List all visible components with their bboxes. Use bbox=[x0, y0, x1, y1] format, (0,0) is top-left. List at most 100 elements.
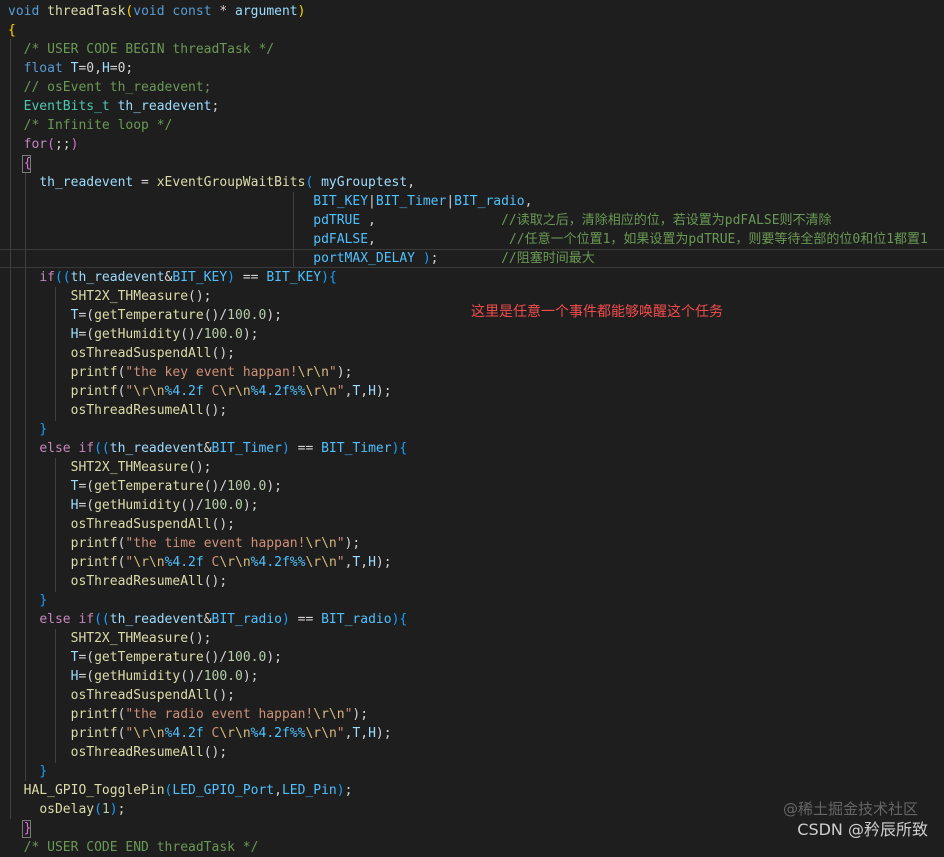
code-token: C bbox=[203, 726, 220, 741]
code-token: \r\n bbox=[133, 384, 165, 399]
code-line[interactable]: SHT2X_THMeasure(); bbox=[0, 629, 944, 648]
code-token: , bbox=[360, 213, 502, 228]
code-line[interactable]: /* Infinite loop */ bbox=[0, 116, 944, 135]
code-line[interactable]: pdTRUE , //读取之后，清除相应的位，若设置为pdFALSE则不清除 bbox=[0, 211, 944, 230]
code-token: * bbox=[211, 4, 236, 19]
code-line[interactable]: void threadTask(void const * argument) bbox=[0, 2, 944, 21]
code-line[interactable]: float T=0,H=0; bbox=[0, 59, 944, 78]
code-line[interactable]: osThreadResumeAll(); bbox=[0, 572, 944, 591]
code-token: , bbox=[407, 175, 416, 190]
code-line[interactable]: th_readevent = xEventGroupWaitBits( myGr… bbox=[0, 173, 944, 192]
code-line[interactable]: pdFALSE, //任意一个位置1，如果设置为pdTRUE，则要等待全部的位0… bbox=[0, 230, 944, 249]
code-line-text: SHT2X_THMeasure(); bbox=[8, 458, 212, 477]
code-line[interactable]: printf("\r\n%4.2f C\r\n%4.2f%%\r\n",T,H)… bbox=[0, 553, 944, 572]
code-line[interactable]: osThreadSuspendAll(); bbox=[0, 686, 944, 705]
code-line[interactable]: BIT_KEY|BIT_Timer|BIT_radio, bbox=[0, 192, 944, 211]
code-token: printf bbox=[70, 555, 118, 570]
code-line-text: printf("\r\n%4.2f C\r\n%4.2f%%\r\n",T,H)… bbox=[8, 553, 392, 572]
code-line[interactable]: /* USER CODE END threadTask */ bbox=[0, 838, 944, 857]
code-token: osThreadResumeAll bbox=[70, 574, 204, 589]
code-line[interactable]: osThreadResumeAll(); bbox=[0, 743, 944, 762]
code-line[interactable]: printf("the time event happan!\r\n"); bbox=[0, 534, 944, 553]
code-line[interactable]: /* USER CODE BEGIN threadTask */ bbox=[0, 40, 944, 59]
code-line[interactable]: } bbox=[0, 762, 944, 781]
code-token: ;; bbox=[54, 137, 71, 152]
code-line-text: /* Infinite loop */ bbox=[8, 116, 173, 135]
code-token: ()/ bbox=[180, 669, 204, 684]
code-line-text: printf("the time event happan!\r\n"); bbox=[8, 534, 361, 553]
code-token: == bbox=[289, 441, 322, 456]
code-token: %4.2f%% bbox=[250, 555, 306, 570]
code-token: th_readevent bbox=[109, 612, 204, 627]
code-line[interactable]: else if((th_readevent&BIT_Timer) == BIT_… bbox=[0, 439, 944, 458]
code-token: ); bbox=[266, 308, 282, 323]
code-token: getHumidity bbox=[94, 498, 181, 513]
code-line-text: printf("\r\n%4.2f C\r\n%4.2f%%\r\n",T,H)… bbox=[8, 382, 392, 401]
code-editor[interactable]: void threadTask(void const * argument){ … bbox=[0, 0, 944, 855]
code-line[interactable]: if((th_readevent&BIT_KEY) == BIT_KEY){ bbox=[0, 268, 944, 287]
code-line[interactable]: H=(getHumidity()/100.0); bbox=[0, 667, 944, 686]
code-token: EventBits_t bbox=[23, 99, 118, 114]
code-token: getTemperature bbox=[94, 479, 204, 494]
code-token: ()/ bbox=[203, 650, 228, 665]
code-token: ) bbox=[227, 270, 235, 285]
code-token: //读取之后，清除相应的位，若设置为pdFALSE则不清除 bbox=[501, 213, 832, 228]
code-line[interactable]: printf("\r\n%4.2f C\r\n%4.2f%%\r\n",T,H)… bbox=[0, 724, 944, 743]
code-line[interactable]: } bbox=[0, 420, 944, 439]
code-line[interactable]: H=(getHumidity()/100.0); bbox=[0, 325, 944, 344]
code-token: BIT_KEY bbox=[313, 194, 369, 209]
code-line[interactable]: H=(getHumidity()/100.0); bbox=[0, 496, 944, 515]
code-line[interactable]: printf("the radio event happan!\r\n"); bbox=[0, 705, 944, 724]
code-line[interactable]: T=(getTemperature()/100.0); bbox=[0, 477, 944, 496]
code-token: else if bbox=[39, 441, 95, 456]
code-token: osThreadSuspendAll bbox=[70, 517, 212, 532]
code-line[interactable]: else if((th_readevent&BIT_radio) == BIT_… bbox=[0, 610, 944, 629]
code-line[interactable]: } bbox=[0, 591, 944, 610]
code-line[interactable]: osThreadResumeAll(); bbox=[0, 401, 944, 420]
code-token: BIT_Timer bbox=[375, 194, 447, 209]
code-token: ) bbox=[281, 612, 290, 627]
code-line[interactable]: SHT2X_THMeasure(); bbox=[0, 458, 944, 477]
code-token: //阻塞时间最大 bbox=[501, 251, 595, 266]
code-token: =( bbox=[78, 650, 95, 665]
code-line[interactable]: { bbox=[0, 21, 944, 40]
code-token: /* Infinite loop */ bbox=[23, 118, 173, 133]
code-line[interactable]: { bbox=[0, 154, 944, 173]
code-token: " bbox=[336, 726, 345, 741]
code-line-text: SHT2X_THMeasure(); bbox=[8, 629, 212, 648]
code-line[interactable]: printf("\r\n%4.2f C\r\n%4.2f%%\r\n",T,H)… bbox=[0, 382, 944, 401]
code-token: ) bbox=[109, 802, 118, 817]
code-token: (( bbox=[94, 612, 110, 627]
code-token: ) bbox=[281, 441, 290, 456]
code-line[interactable]: printf("the key event happan!\r\n"); bbox=[0, 363, 944, 382]
code-token: , bbox=[360, 726, 369, 741]
code-line[interactable]: portMAX_DELAY ); //阻塞时间最大 bbox=[0, 249, 944, 268]
code-token: %4.2f%% bbox=[250, 384, 306, 399]
code-line[interactable]: osThreadSuspendAll(); bbox=[0, 344, 944, 363]
code-line[interactable]: T=(getTemperature()/100.0); bbox=[0, 648, 944, 667]
code-line[interactable]: EventBits_t th_readevent; bbox=[0, 97, 944, 116]
code-token: printf bbox=[70, 707, 118, 722]
code-token: (); bbox=[211, 517, 235, 532]
code-token: ); bbox=[242, 498, 259, 513]
code-token: SHT2X_THMeasure bbox=[70, 289, 189, 304]
code-line[interactable]: osThreadSuspendAll(); bbox=[0, 515, 944, 534]
code-line[interactable]: // osEvent th_readevent; bbox=[0, 78, 944, 97]
code-token: (); bbox=[203, 574, 228, 589]
code-token: & bbox=[203, 612, 212, 627]
code-line[interactable]: for(;;) bbox=[0, 135, 944, 154]
code-token: (); bbox=[188, 289, 212, 304]
code-token: =( bbox=[78, 669, 95, 684]
code-line-text: BIT_KEY|BIT_Timer|BIT_radio, bbox=[8, 192, 532, 211]
